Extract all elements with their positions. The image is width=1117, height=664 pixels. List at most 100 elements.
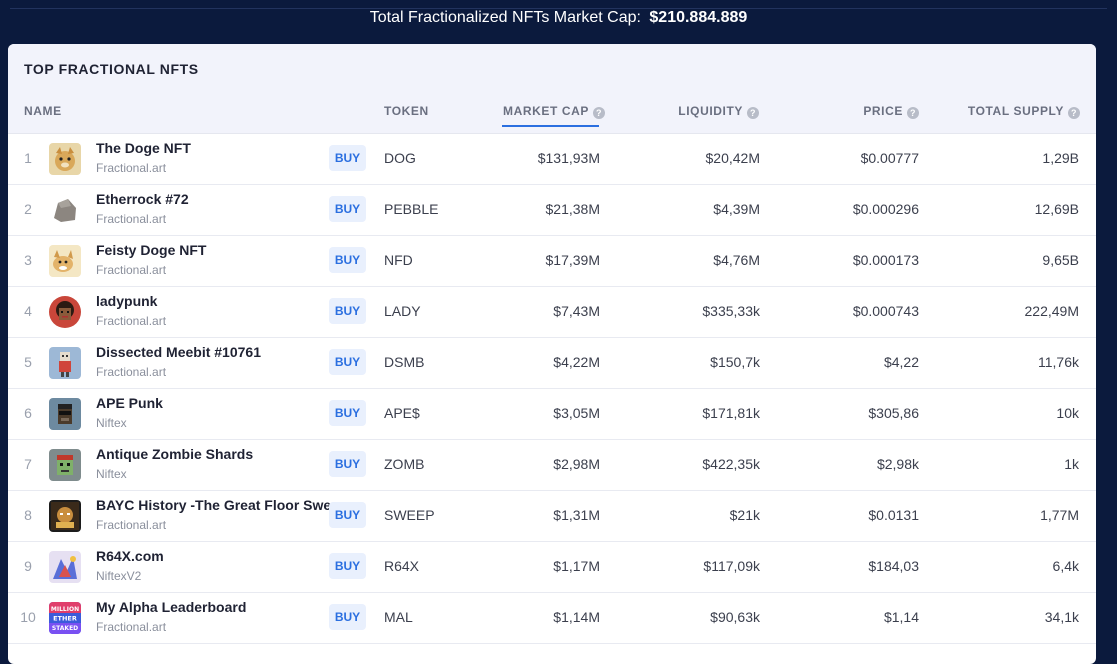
total-supply-value: 1k [1064, 456, 1079, 472]
liquidity-value: $4,39M [713, 201, 760, 217]
nft-thumbnail[interactable] [49, 296, 81, 328]
nft-name[interactable]: The Doge NFT [96, 140, 331, 156]
nft-thumbnail[interactable] [49, 551, 81, 583]
column-header-market-cap[interactable]: MARKET CAP? [503, 104, 605, 119]
nft-name[interactable]: My Alpha Leaderboard [96, 599, 331, 615]
price-value: $0.0131 [868, 507, 919, 523]
nft-thumbnail[interactable] [49, 398, 81, 430]
total-supply-value: 1,29B [1042, 150, 1079, 166]
nft-name[interactable]: ladypunk [96, 293, 331, 309]
nft-thumbnail[interactable] [49, 449, 81, 481]
buy-button[interactable]: BUY [329, 349, 366, 375]
price-value: $0.000296 [852, 201, 919, 217]
nft-name[interactable]: BAYC History -The Great Floor Sweep [96, 497, 331, 513]
rank-number: 4 [24, 303, 32, 319]
buy-button[interactable]: BUY [329, 145, 366, 171]
liquidity-value: $90,63k [710, 609, 760, 625]
rank-number: 5 [24, 354, 32, 370]
nft-name[interactable]: Etherrock #72 [96, 191, 331, 207]
column-header-price[interactable]: PRICE? [863, 104, 919, 119]
market-cap-value: $4,22M [553, 354, 600, 370]
buy-button[interactable]: BUY [329, 553, 366, 579]
nft-name[interactable]: Dissected Meebit #10761 [96, 344, 331, 360]
buy-button[interactable]: BUY [329, 604, 366, 630]
total-supply-header-label: TOTAL SUPPLY [967, 104, 1064, 118]
market-cap-value: $2,98M [553, 456, 600, 472]
nft-source: Fractional.art [96, 263, 167, 277]
market-cap-value: $1,31M [553, 507, 600, 523]
table-row[interactable]: 9 R64X.com NiftexV2 BUY R64X $1,17M $117,09k $1… [8, 541, 1096, 593]
table-row[interactable]: 3 Feisty Doge NFT Fractional.art BUY NFD $17,… [8, 235, 1096, 287]
help-icon[interactable]: ? [593, 107, 605, 119]
nft-source: Fractional.art [96, 365, 167, 379]
column-header-total-supply[interactable]: TOTAL SUPPLY? [968, 104, 1080, 119]
total-supply-value: 6,4k [1052, 558, 1079, 574]
liquidity-value: $117,09k [703, 558, 760, 574]
market-cap-value: $131,93M [537, 150, 600, 166]
nft-thumbnail[interactable] [49, 143, 81, 175]
liquidity-value: $150,7k [710, 354, 760, 370]
price-value: $0.000173 [852, 252, 919, 268]
table-row[interactable]: 7 Antique Zombie Shards Niftex BUY ZOMB $2,98… [8, 439, 1096, 491]
buy-button[interactable]: BUY [329, 247, 366, 273]
liquidity-value: $335,33k [702, 303, 760, 319]
table-row[interactable]: 5 Dissected Meebit #10761 Fractional.art BU… [8, 337, 1096, 389]
market-cap-banner: Total Fractionalized NFTs Market Cap: $2… [0, 9, 1117, 27]
thumb-text-1: MILLION [51, 606, 79, 613]
nft-name[interactable]: Feisty Doge NFT [96, 242, 331, 258]
table-row[interactable]: 1 The Doge NFT Fractional.art BUY DOG $131,93… [8, 133, 1096, 185]
nft-source: Fractional.art [96, 314, 167, 328]
token-symbol: SWEEP [384, 507, 435, 523]
help-icon[interactable]: ? [1068, 107, 1080, 119]
column-header-liquidity[interactable]: LIQUIDITY? [678, 104, 759, 119]
nft-name[interactable]: Antique Zombie Shards [96, 446, 331, 462]
table-row[interactable]: 2 Etherrock #72 Fractional.art BUY PEBBLE $21… [8, 184, 1096, 236]
table-row[interactable]: 8 BAYC History -The Great Floor Sweep Frac… [8, 490, 1096, 542]
liquidity-value: $171,81k [702, 405, 760, 421]
rank-number: 7 [24, 456, 32, 472]
table-header: TOP FRACTIONAL NFTS NAME TOKEN MARKET CA… [8, 44, 1096, 134]
column-header-name[interactable]: NAME [24, 104, 62, 118]
active-sort-indicator [502, 125, 599, 127]
help-icon[interactable]: ? [907, 107, 919, 119]
nft-thumbnail[interactable] [49, 245, 81, 277]
rank-number: 9 [24, 558, 32, 574]
nft-thumbnail[interactable] [49, 347, 81, 379]
thumb-text-3: STAKED [52, 625, 78, 632]
total-supply-value: 11,76k [1038, 354, 1079, 370]
nft-name[interactable]: APE Punk [96, 395, 331, 411]
table-row[interactable]: 10 MILLION ETHER STAKED My Alpha Leaderboard… [8, 592, 1096, 644]
nft-source: Fractional.art [96, 161, 167, 175]
table-row[interactable]: 4 ladypunk Fractional.art BUY LADY $7,43M $335… [8, 286, 1096, 338]
rank-number: 3 [24, 252, 32, 268]
nft-thumbnail[interactable]: MILLION ETHER STAKED [49, 602, 81, 634]
nft-thumbnail[interactable] [49, 500, 81, 532]
column-header-token[interactable]: TOKEN [384, 104, 429, 118]
token-symbol: APE$ [384, 405, 420, 421]
buy-button[interactable]: BUY [329, 196, 366, 222]
buy-button[interactable]: BUY [329, 400, 366, 426]
market-cap-value: $21,38M [545, 201, 600, 217]
buy-button[interactable]: BUY [329, 298, 366, 324]
market-cap-value: $1,14M [553, 609, 600, 625]
nft-source: Niftex [96, 416, 127, 430]
liquidity-value: $4,76M [713, 252, 760, 268]
token-symbol: R64X [384, 558, 420, 574]
market-cap-header-label: MARKET CAP [503, 104, 589, 118]
rank-number: 10 [20, 609, 36, 625]
buy-button[interactable]: BUY [329, 502, 366, 528]
market-cap-value: $210.884.889 [649, 9, 748, 26]
rank-number: 2 [24, 201, 32, 217]
nft-source: Fractional.art [96, 620, 167, 634]
help-icon[interactable]: ? [747, 107, 759, 119]
price-value: $305,86 [868, 405, 919, 421]
price-value: $4,22 [883, 354, 919, 370]
market-cap-value: $3,05M [553, 405, 600, 421]
nft-thumbnail[interactable] [49, 194, 81, 226]
buy-button[interactable]: BUY [329, 451, 366, 477]
table-row[interactable]: 6 APE Punk Niftex BUY APE$ $3,05M $171,81k $305… [8, 388, 1096, 440]
rank-number: 8 [24, 507, 32, 523]
liquidity-value: $20,42M [705, 150, 760, 166]
thumb-text-2: ETHER [53, 615, 77, 623]
nft-name[interactable]: R64X.com [96, 548, 331, 564]
